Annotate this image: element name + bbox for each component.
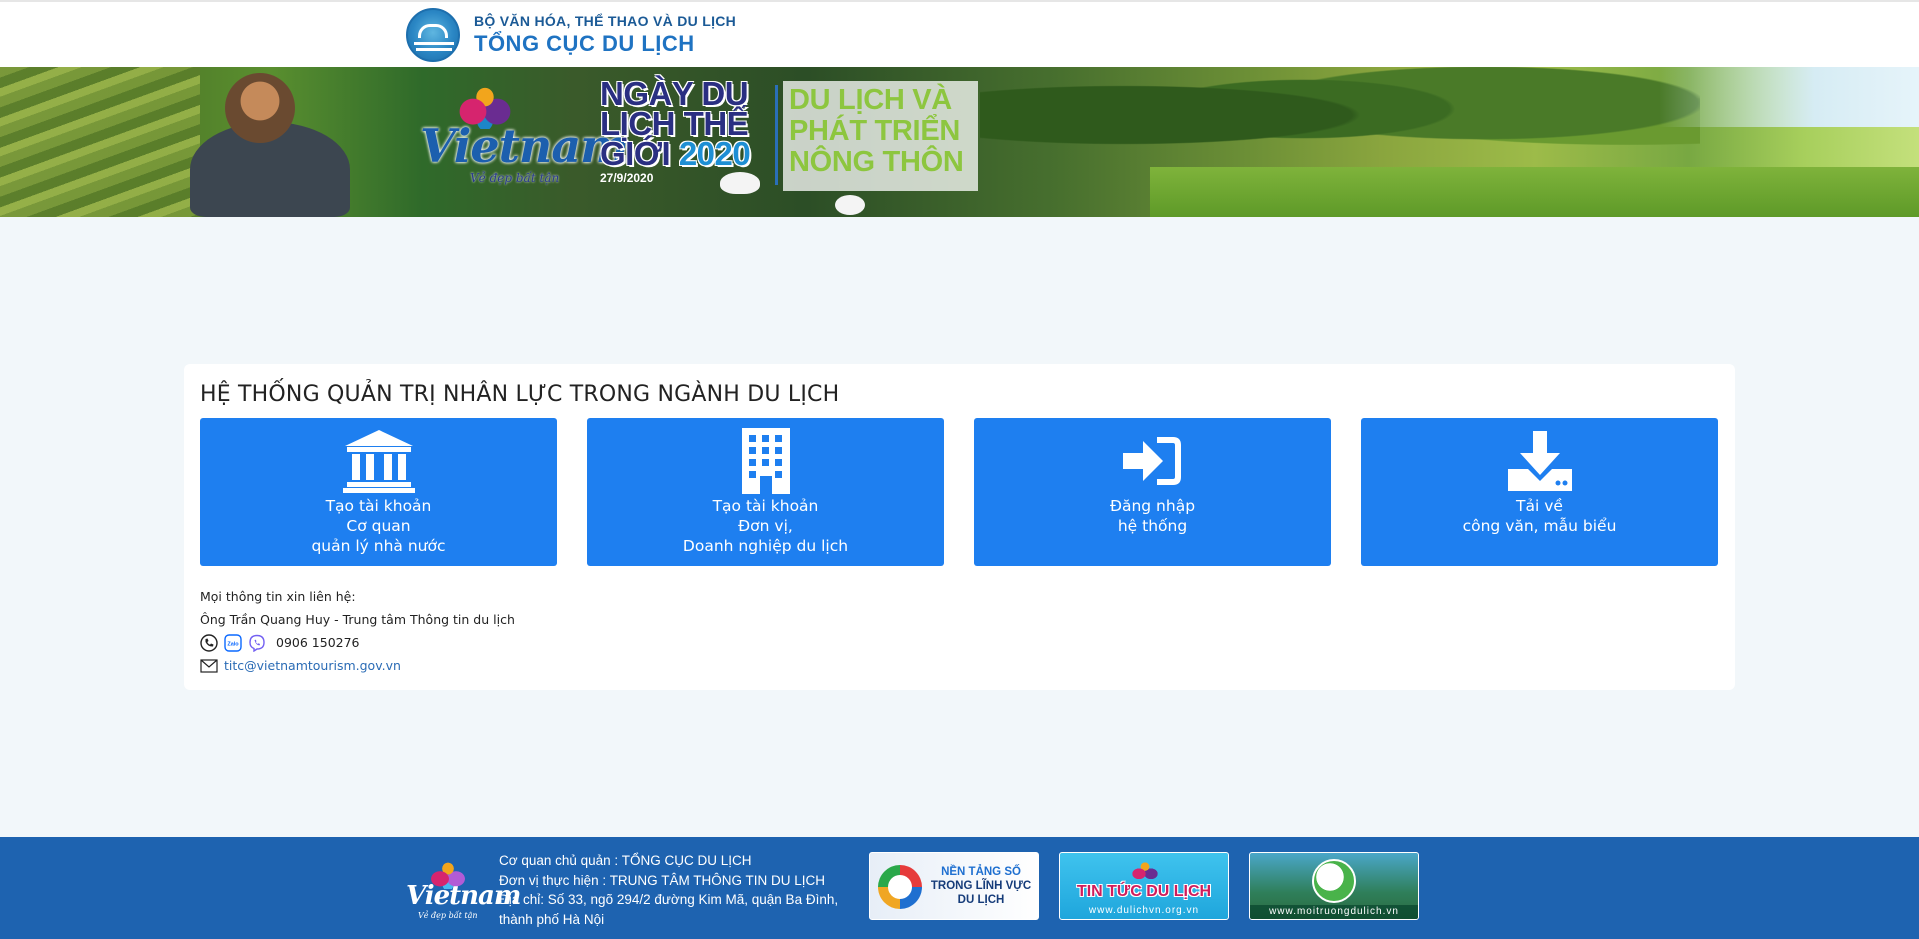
child-image <box>225 73 295 143</box>
agency-name: TỔNG CỤC DU LỊCH <box>474 31 695 56</box>
footer-operator: Đơn vị thực hiện : TRUNG TÂM THÔNG TIN D… <box>499 872 825 888</box>
agency-emblem-icon <box>406 8 460 62</box>
contact-email-link[interactable]: titc@vietnamtourism.gov.vn <box>224 654 401 677</box>
download-documents-button[interactable]: Tải về công văn, mẫu biểu <box>1361 418 1718 566</box>
contact-phone: 0906 150276 <box>276 635 360 650</box>
building-icon <box>729 428 803 494</box>
footer-info: Cơ quan chủ quản : TỔNG CỤC DU LỊCH Đơn … <box>499 851 838 929</box>
page-title: HỆ THỐNG QUẢN TRỊ NHÂN LỰC TRONG NGÀNH D… <box>200 382 840 407</box>
phone-icon <box>200 633 218 652</box>
event-theme: DU LỊCH VÀ PHÁT TRIỂN NÔNG THÔN <box>783 81 978 191</box>
register-government-agency-button[interactable]: Tạo tài khoản Cơ quan quản lý nhà nước <box>200 418 557 566</box>
register-tourism-enterprise-button[interactable]: Tạo tài khoản Đơn vị, Doanh nghiệp du lị… <box>587 418 944 566</box>
vietnam-slogan: Vẻ đẹp bất tận <box>470 171 560 185</box>
download-icon <box>1503 428 1577 494</box>
mail-icon <box>200 657 218 675</box>
egret-image <box>835 195 865 215</box>
footer-vietnam-logo: Vietnam Vẻ đẹp bất tận <box>406 855 521 925</box>
footer-address: Địa chỉ: Số 33, ngõ 294/2 đường Kim Mã, … <box>499 892 839 907</box>
svg-text:Zalo: Zalo <box>227 641 239 647</box>
tourism-news-link[interactable]: TIN TỨC DU LỊCH www.dulichvn.org.vn <box>1059 852 1229 920</box>
main-panel: HỆ THỐNG QUẢN TRỊ NHÂN LỰC TRONG NGÀNH D… <box>184 364 1735 690</box>
vietnam-tourism-logo: Vietnam Vẻ đẹp bất tận <box>420 71 629 189</box>
ministry-name: BỘ VĂN HÓA, THỂ THAO VÀ DU LỊCH <box>474 13 737 29</box>
sign-in-icon <box>1116 428 1190 494</box>
digital-platform-link[interactable]: NỀN TẢNG SỐ TRONG LĨNH VỰC DU LỊCH <box>869 852 1039 920</box>
action-tiles: Tạo tài khoản Cơ quan quản lý nhà nước T… <box>200 418 1719 566</box>
world-tourism-day-title: NGÀY DU LỊCH THẾ GIỚI 2020 27/9/2020 <box>600 77 776 204</box>
platform-logo-icon <box>878 865 922 909</box>
zalo-icon[interactable]: Zalo <box>224 633 242 652</box>
globe-icon <box>1312 859 1356 903</box>
site-header: BỘ VĂN HÓA, THỂ THAO VÀ DU LỊCH TỔNG CỤC… <box>0 0 1919 67</box>
lotus-icon <box>1130 857 1160 881</box>
contact-info: Mọi thông tin xin liên hệ: Ông Trần Quan… <box>200 585 515 677</box>
footer-owner: Cơ quan chủ quản : TỔNG CỤC DU LỊCH <box>499 853 752 868</box>
tourism-environment-link[interactable]: www.moitruongdulich.vn <box>1249 852 1419 920</box>
viber-icon[interactable] <box>248 634 266 652</box>
site-footer: Vietnam Vẻ đẹp bất tận Cơ quan chủ quản … <box>0 837 1919 939</box>
footer-address-city: thành phố Hà Nội <box>499 911 605 927</box>
event-date: 27/9/2020 <box>600 171 654 185</box>
hero-banner: Vietnam Vẻ đẹp bất tận NGÀY DU LỊCH THẾ … <box>0 67 1919 217</box>
landmark-icon <box>342 428 416 494</box>
contact-person: Ông Trần Quang Huy - Trung tâm Thông tin… <box>200 612 515 627</box>
vietnam-wordmark: Vietnam <box>420 119 629 173</box>
agency-logo[interactable]: BỘ VĂN HÓA, THỂ THAO VÀ DU LỊCH TỔNG CỤC… <box>406 8 736 62</box>
login-button[interactable]: Đăng nhập hệ thống <box>974 418 1331 566</box>
contact-intro: Mọi thông tin xin liên hệ: <box>200 589 356 604</box>
